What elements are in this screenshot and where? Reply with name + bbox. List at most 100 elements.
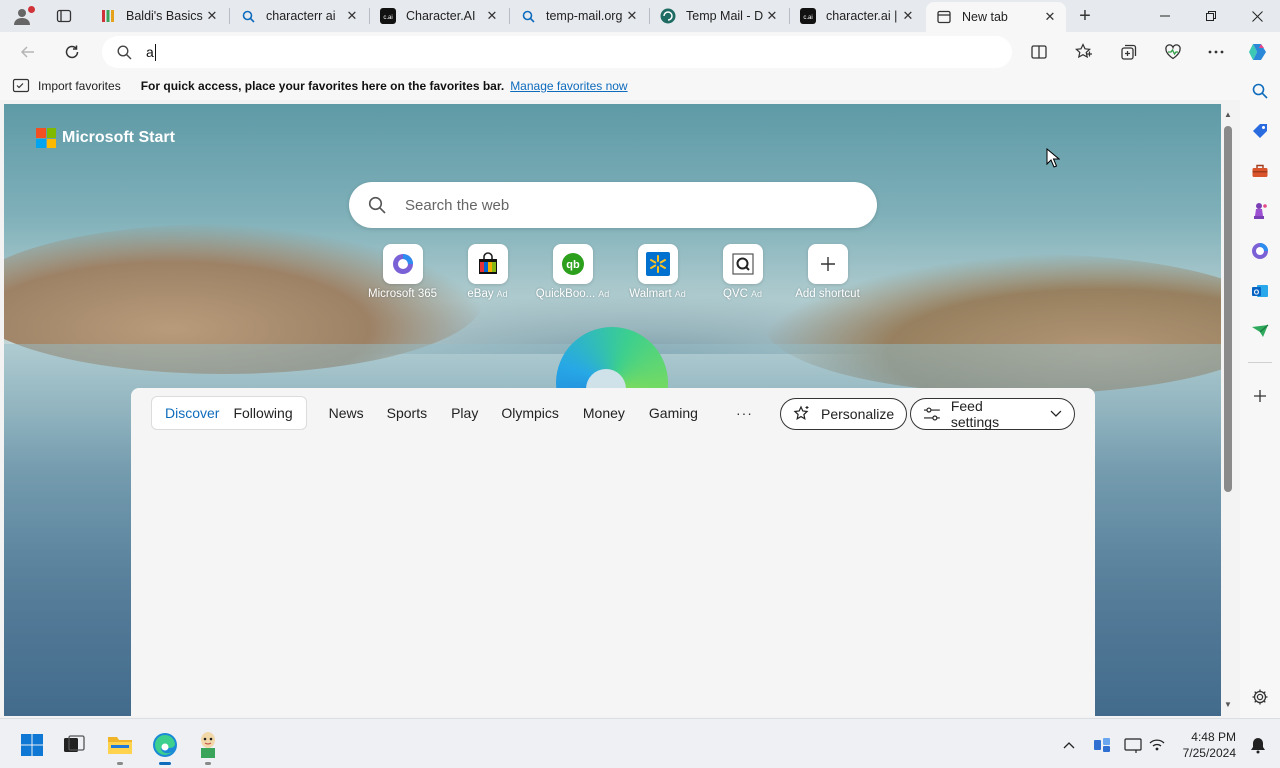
shortcut-walmart[interactable]: Walmart Ad — [615, 244, 700, 300]
system-clock[interactable]: 4:48 PM 7/25/2024 — [1176, 729, 1236, 761]
baldi-app-button[interactable] — [192, 729, 224, 765]
edge-sidebar: O — [1240, 72, 1280, 718]
shortcut-ebay[interactable]: eBay Ad — [445, 244, 530, 300]
back-button[interactable] — [12, 36, 44, 68]
notifications-button[interactable] — [1246, 733, 1270, 757]
nav-gaming[interactable]: Gaming — [649, 405, 698, 421]
scroll-up-arrow-icon[interactable]: ▲ — [1223, 110, 1233, 120]
profile-button[interactable] — [0, 0, 44, 32]
microsoft-start-logo[interactable]: Microsoft Start — [36, 128, 175, 148]
tab-temp-mail[interactable]: Temp Mail - D ✕ — [650, 2, 788, 30]
svg-text:qb: qb — [566, 259, 580, 271]
tab-temp-mail-org[interactable]: temp-mail.org ✕ — [510, 2, 648, 30]
address-bar[interactable]: a — [102, 36, 1012, 68]
svg-text:O: O — [1254, 290, 1260, 297]
nav-news[interactable]: News — [329, 405, 364, 421]
browser-essentials-button[interactable] — [1157, 36, 1189, 68]
tab-characterr-ai[interactable]: characterr ai ✕ — [230, 2, 368, 30]
notification-center-button[interactable] — [1121, 733, 1145, 757]
sidebar-search-button[interactable] — [1246, 77, 1274, 105]
shortcut-add[interactable]: Add shortcut — [785, 244, 870, 300]
close-tab-icon[interactable]: ✕ — [900, 8, 916, 24]
sidebar-settings-button[interactable] — [1246, 683, 1274, 711]
folder-icon — [108, 737, 132, 754]
network-button[interactable] — [1145, 733, 1169, 757]
active-indicator — [159, 762, 171, 765]
manage-favorites-link[interactable]: Manage favorites now — [510, 79, 627, 93]
close-tab-icon[interactable]: ✕ — [484, 8, 500, 24]
tab-title: Temp Mail - D — [686, 9, 764, 23]
file-explorer-button[interactable] — [104, 729, 136, 765]
search-icon — [520, 8, 536, 24]
plus-icon — [807, 244, 848, 284]
page-scrollbar[interactable]: ▲ ▼ — [1221, 104, 1235, 716]
split-screen-button[interactable] — [1023, 36, 1055, 68]
close-tab-icon[interactable]: ✕ — [344, 8, 360, 24]
minimize-icon — [1160, 15, 1170, 17]
minimize-button[interactable] — [1142, 0, 1188, 32]
sidebar-games-button[interactable] — [1246, 197, 1274, 225]
refresh-button[interactable] — [56, 36, 88, 68]
sidebar-drop-button[interactable] — [1246, 317, 1274, 345]
close-tab-icon[interactable]: ✕ — [204, 8, 220, 24]
shortcut-label: QVC — [723, 288, 748, 300]
close-tab-icon[interactable]: ✕ — [764, 8, 780, 24]
address-input-value: a — [146, 44, 154, 60]
tab-actions-button[interactable] — [44, 0, 84, 32]
feed-nav: Discover Following News Sports Play Olym… — [151, 396, 753, 430]
characterai-icon: c.ai — [800, 8, 816, 24]
nav-play[interactable]: Play — [451, 405, 478, 421]
tab-character-ai-2[interactable]: c.ai character.ai | f ✕ — [790, 2, 924, 30]
import-favorites-button[interactable]: Import favorites — [12, 78, 121, 94]
more-options-button[interactable]: ··· — [736, 405, 753, 421]
sidebar-add-button[interactable] — [1246, 382, 1274, 410]
tray-security-button[interactable] — [1090, 733, 1114, 757]
shortcut-quickbooks[interactable]: qb QuickBoo... Ad — [530, 244, 615, 300]
chess-piece-icon — [1254, 203, 1267, 219]
ad-badge: Ad — [496, 289, 508, 299]
feed-settings-button[interactable]: Feed settings — [910, 398, 1075, 430]
collections-button[interactable] — [1113, 36, 1145, 68]
favorites-bar: Import favorites For quick access, place… — [0, 72, 1280, 100]
restore-button[interactable] — [1188, 0, 1234, 32]
characterai-icon: c.ai — [380, 8, 396, 24]
svg-text:c.ai: c.ai — [803, 15, 812, 21]
close-tab-icon[interactable]: ✕ — [1042, 9, 1058, 25]
copilot-icon — [1249, 44, 1266, 60]
scroll-down-arrow-icon[interactable]: ▼ — [1223, 700, 1233, 710]
shopping-tag-icon — [1253, 124, 1267, 138]
settings-more-button[interactable] — [1200, 36, 1232, 68]
nav-money[interactable]: Money — [583, 405, 625, 421]
tab-new-tab[interactable]: New tab ✕ — [926, 2, 1066, 32]
sidebar-tools-button[interactable] — [1246, 157, 1274, 185]
favorites-star-icon — [1075, 43, 1092, 59]
close-window-button[interactable] — [1234, 0, 1280, 32]
sidebar-outlook-button[interactable]: O — [1246, 277, 1274, 305]
task-view-icon — [64, 735, 85, 752]
tab-character-ai[interactable]: c.ai Character.AI ✕ — [370, 2, 508, 30]
shortcut-label: QuickBoo... — [535, 288, 596, 300]
new-tab-button[interactable]: + — [1072, 4, 1098, 28]
sidebar-microsoft365-button[interactable] — [1246, 237, 1274, 265]
import-favorites-label: Import favorites — [38, 79, 121, 93]
tab-following[interactable]: Following — [226, 405, 299, 421]
close-tab-icon[interactable]: ✕ — [624, 8, 640, 24]
personalize-button[interactable]: Personalize — [780, 398, 908, 430]
tab-discover[interactable]: Discover — [158, 405, 226, 421]
edge-taskbar-button[interactable] — [149, 729, 181, 765]
start-button[interactable] — [16, 729, 48, 761]
shortcut-qvc[interactable]: QVC Ad — [700, 244, 785, 300]
favorites-button[interactable] — [1068, 36, 1100, 68]
shortcut-microsoft-365[interactable]: Microsoft 365 — [360, 244, 445, 300]
sidebar-shopping-button[interactable] — [1246, 117, 1274, 145]
copilot-button[interactable] — [1242, 36, 1274, 68]
chevron-up-icon — [1063, 742, 1075, 749]
show-hidden-icons-button[interactable] — [1057, 733, 1081, 757]
search-placeholder: Search the web — [405, 196, 510, 214]
nav-sports[interactable]: Sports — [387, 405, 427, 421]
web-search-box[interactable]: Search the web — [349, 182, 877, 228]
scrollbar-thumb[interactable] — [1224, 126, 1232, 492]
tab-baldis-basics[interactable]: Baldi's Basics ✕ — [90, 2, 228, 30]
task-view-button[interactable] — [58, 729, 90, 761]
nav-olympics[interactable]: Olympics — [501, 405, 559, 421]
